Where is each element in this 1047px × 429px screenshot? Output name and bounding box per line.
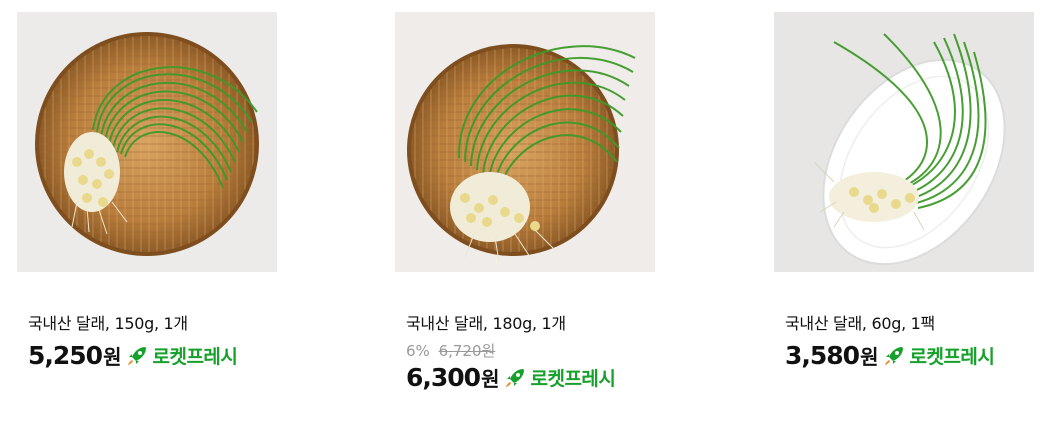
price-row: 3,580 원 로켓프레시: [785, 341, 1034, 370]
rocket-fresh-badge: 로켓프레시: [882, 342, 995, 369]
original-price: 6,720원: [438, 342, 496, 360]
rocket-icon: [506, 368, 525, 387]
product-title[interactable]: 국내산 달래, 60g, 1팩: [785, 313, 1034, 335]
product-card[interactable]: 국내산 달래, 150g, 1개 5,250 원 로켓프레시: [17, 12, 277, 370]
discount-rate: 6%: [406, 342, 430, 360]
product-image[interactable]: [17, 12, 277, 272]
rocket-icon: [885, 346, 904, 365]
product-title[interactable]: 국내산 달래, 180g, 1개: [406, 313, 655, 335]
sale-price: 6,300: [406, 363, 481, 392]
sale-price: 5,250: [28, 341, 103, 370]
sale-price: 3,580: [785, 341, 860, 370]
price-row: 5,250 원 로켓프레시: [28, 341, 277, 370]
product-card[interactable]: 국내산 달래, 180g, 1개 6% 6,720원 6,300 원 로켓프레시: [395, 12, 655, 392]
price-row: 6,300 원 로켓프레시: [406, 363, 655, 392]
product-card[interactable]: 국내산 달래, 60g, 1팩 3,580 원 로켓프레시: [774, 12, 1034, 370]
badge-label: 로켓프레시: [152, 346, 238, 368]
discount-row: 6% 6,720원: [406, 341, 655, 361]
product-grid: 국내산 달래, 150g, 1개 5,250 원 로켓프레시 국내산 달래, 1…: [0, 0, 1047, 429]
price-currency: 원: [481, 367, 500, 391]
product-image[interactable]: [395, 12, 655, 272]
price-currency: 원: [103, 345, 122, 369]
rocket-fresh-badge: 로켓프레시: [125, 342, 238, 369]
rocket-icon: [128, 346, 147, 365]
badge-label: 로켓프레시: [909, 346, 995, 368]
rocket-fresh-badge: 로켓프레시: [503, 364, 616, 391]
badge-label: 로켓프레시: [530, 368, 616, 390]
price-currency: 원: [860, 345, 879, 369]
product-image[interactable]: [774, 12, 1034, 272]
product-title[interactable]: 국내산 달래, 150g, 1개: [28, 313, 277, 335]
